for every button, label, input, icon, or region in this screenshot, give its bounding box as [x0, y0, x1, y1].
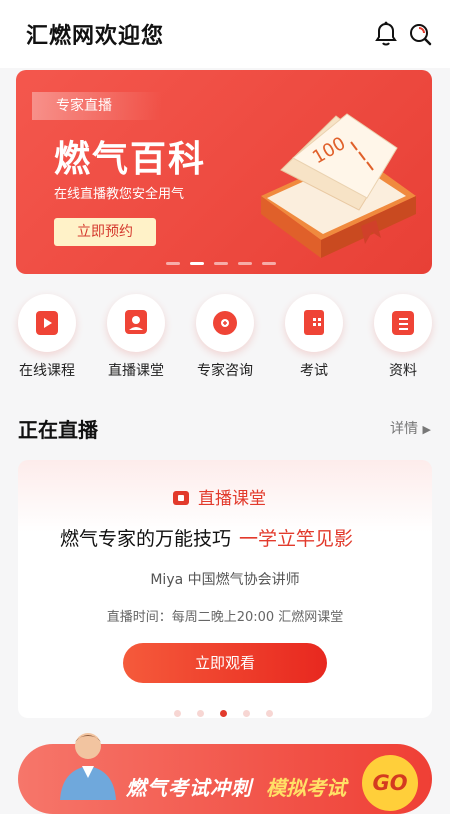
- live-card-tag: 直播课堂: [172, 484, 266, 509]
- book-illustration: 100: [261, 113, 416, 258]
- live-card-title-text: 燃气专家的万能技巧: [60, 528, 232, 550]
- card-dot[interactable]: [266, 710, 273, 717]
- live-portrait-icon: [107, 294, 165, 352]
- card-dot-active[interactable]: [220, 710, 227, 717]
- page-title: 汇燃网欢迎您: [26, 24, 165, 49]
- card-dot[interactable]: [174, 710, 181, 717]
- card-dot[interactable]: [197, 710, 204, 717]
- card-dot[interactable]: [243, 710, 250, 717]
- banner-dot-active[interactable]: [190, 262, 204, 265]
- watch-now-button[interactable]: 立即观看: [123, 643, 327, 683]
- banner-tag: 专家直播: [32, 92, 162, 120]
- notification-bell-icon[interactable]: [372, 20, 400, 48]
- category-label: 考试: [300, 363, 328, 379]
- live-card-title-highlight: 一学立竿见影: [239, 528, 354, 550]
- category-live-class[interactable]: 直播课堂: [91, 294, 181, 380]
- category-materials[interactable]: 资料: [358, 294, 448, 380]
- live-card-title: 燃气专家的万能技巧 一学立竿见影: [60, 524, 353, 551]
- chevron-right-icon: ▶: [422, 423, 431, 436]
- promo-text: 燃气考试冲刺: [126, 776, 252, 800]
- banner-subtitle: 在线直播教您安全用气: [54, 187, 185, 202]
- live-card-speaker: Miya 中国燃气协会讲师: [150, 572, 300, 588]
- category-expert-consult[interactable]: 专家咨询: [180, 294, 270, 380]
- live-section-title: 正在直播: [18, 418, 98, 442]
- category-online-course[interactable]: 在线课程: [2, 294, 92, 380]
- banner-dot[interactable]: [166, 262, 180, 265]
- category-label: 专家咨询: [197, 363, 253, 379]
- live-card-tag-label: 直播课堂: [198, 489, 266, 509]
- more-label: 详情: [390, 421, 418, 437]
- live-section-more-link[interactable]: 详情 ▶: [390, 418, 431, 438]
- exam-icon: [285, 294, 343, 352]
- category-label: 在线课程: [19, 363, 75, 379]
- go-button[interactable]: GO: [362, 755, 418, 811]
- category-label: 资料: [389, 363, 417, 379]
- banner-dot[interactable]: [214, 262, 228, 265]
- category-label: 直播课堂: [108, 363, 164, 379]
- promo-highlight: 模拟考试: [266, 776, 346, 800]
- banner-pagination: [166, 250, 286, 265]
- banner-dot[interactable]: [262, 262, 276, 265]
- document-icon: [374, 294, 432, 352]
- consult-icon: [196, 294, 254, 352]
- live-card-time: 直播时间：每周二晚上20:00 汇燃网课堂: [106, 610, 344, 625]
- reserve-button[interactable]: 立即预约: [54, 218, 156, 246]
- person-illustration: [60, 733, 116, 800]
- banner-title: 燃气百科: [54, 139, 207, 180]
- search-icon[interactable]: [406, 20, 434, 48]
- live-card-pagination: [174, 702, 289, 721]
- category-exam[interactable]: 考试: [269, 294, 359, 380]
- play-card-icon: [18, 294, 76, 352]
- live-tv-icon: [173, 491, 189, 505]
- banner-dot[interactable]: [238, 262, 252, 265]
- promo-banner[interactable]: 100 专家直播 燃气百科 在线直播教您安全用气 立即预约: [16, 70, 432, 274]
